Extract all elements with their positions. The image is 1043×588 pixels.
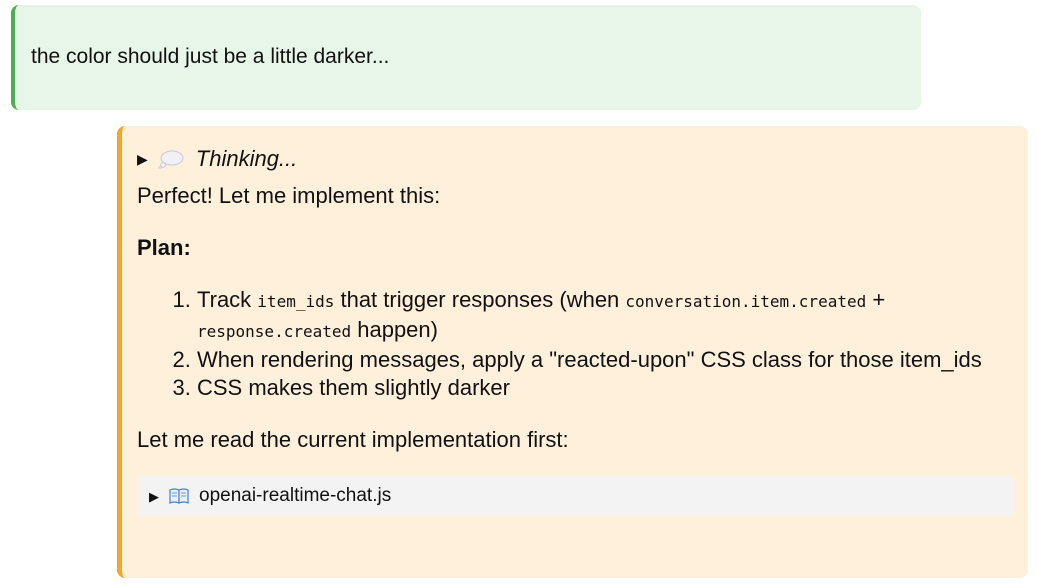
- plan-item: Track item_ids that trigger responses (w…: [197, 286, 1014, 346]
- file-read-toggle[interactable]: ▶ openai-realtime-chat.js: [137, 476, 1014, 516]
- intro-text: Perfect! Let me implement this:: [137, 183, 441, 208]
- outro-text: Let me read the current implementation f…: [137, 427, 569, 452]
- disclosure-triangle-icon[interactable]: ▶: [137, 152, 148, 166]
- user-message-text: the color should just be a little darker…: [31, 44, 390, 68]
- plan-list: Track item_ids that trigger responses (w…: [137, 286, 1014, 402]
- code-inline: conversation.item.created: [625, 292, 867, 311]
- disclosure-triangle-icon[interactable]: ▶: [149, 490, 159, 503]
- open-book-icon: [169, 488, 189, 504]
- plan-heading: Plan:: [137, 235, 191, 260]
- plan-item: CSS makes them slightly darker: [197, 374, 1014, 402]
- thinking-label: Thinking...: [195, 146, 298, 171]
- code-inline: response.created: [197, 322, 352, 341]
- user-message: the color should just be a little darker…: [11, 5, 921, 110]
- code-inline: item_ids: [257, 292, 335, 311]
- plan-item: When rendering messages, apply a "reacte…: [197, 346, 1014, 374]
- thinking-toggle[interactable]: ▶ Thinking...: [137, 144, 1014, 174]
- assistant-message: ▶ Thinking... Perfect! Let me implement …: [117, 126, 1028, 578]
- thought-bubble-icon: [158, 149, 184, 170]
- file-name: openai-realtime-chat.js: [199, 485, 392, 506]
